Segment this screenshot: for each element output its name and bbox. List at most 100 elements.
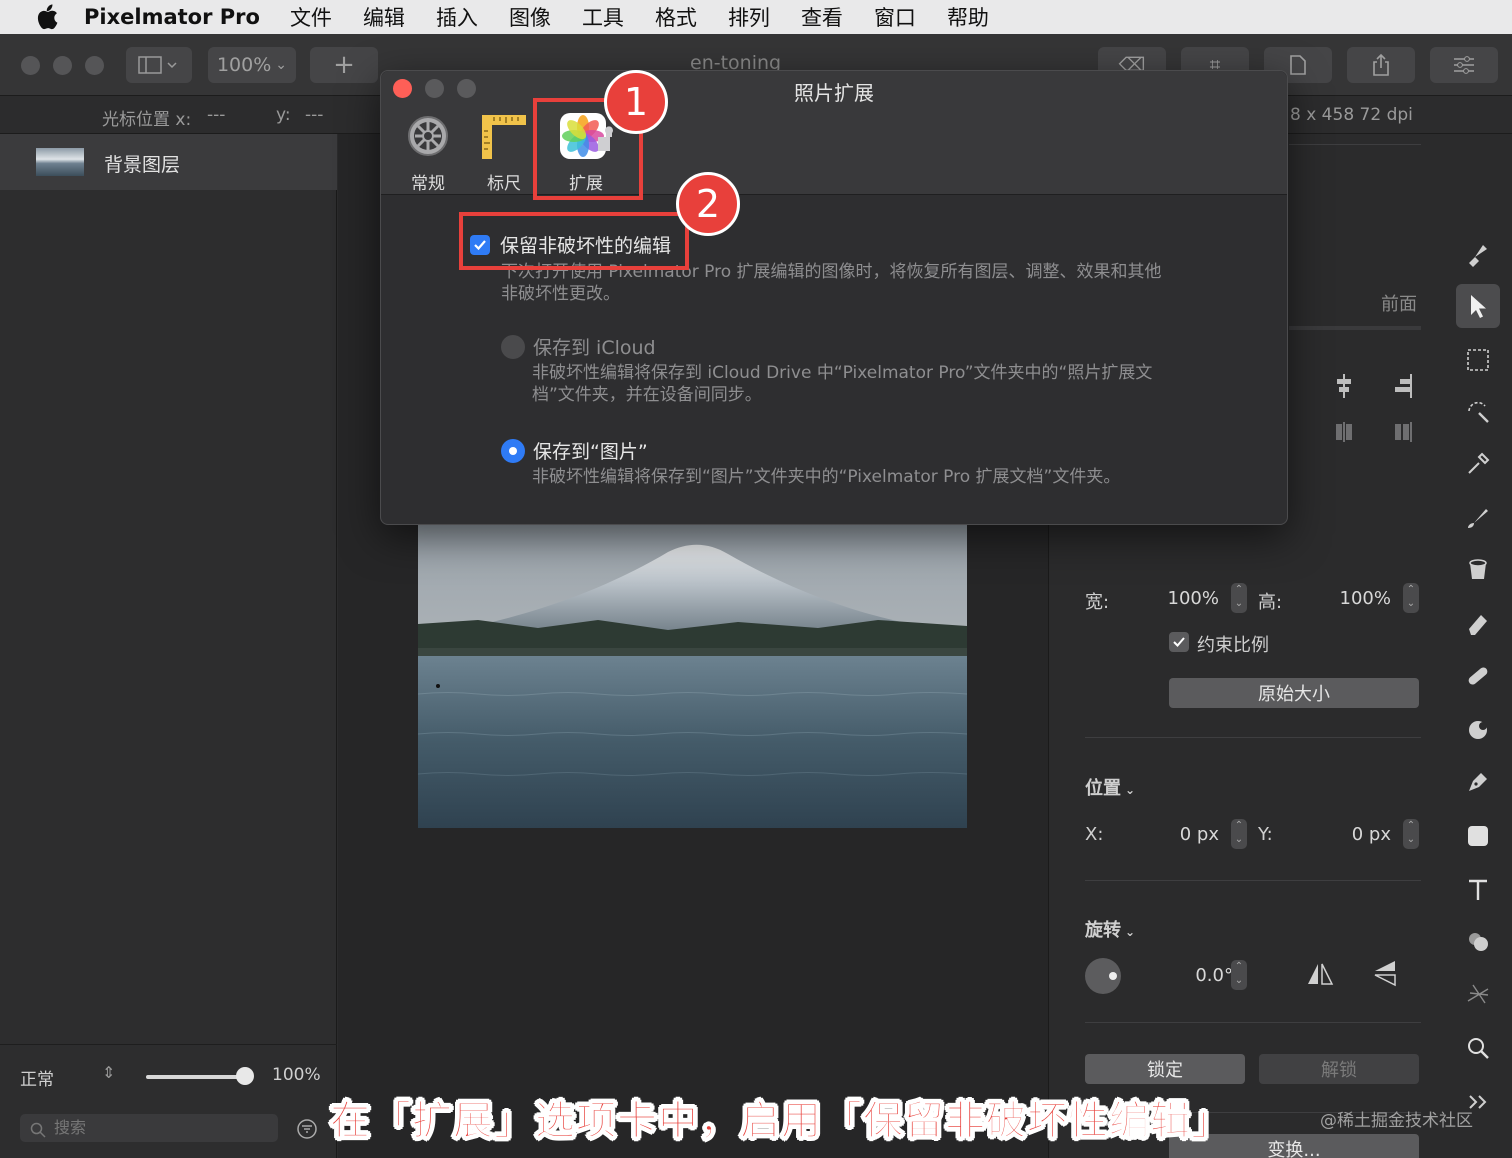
close-window-button[interactable] [21,56,40,75]
save-photos-label: 保存到“图片” [533,441,648,463]
select-tool[interactable] [1456,338,1500,382]
ruler-icon [469,109,539,163]
blend-controls: 正常 ⇕ 100% [0,1044,337,1108]
x-label: X: [1085,824,1104,845]
menu-format[interactable]: 格式 [655,2,697,32]
filter-icon[interactable] [296,1118,318,1144]
position-section-label[interactable]: 位置 ⌄ [1085,774,1135,800]
menu-image[interactable]: 图像 [509,2,551,32]
app-name-menu[interactable]: Pixelmator Pro [84,5,260,29]
distort-tool[interactable] [1456,708,1500,752]
tab-rulers[interactable]: 标尺 [469,109,539,194]
color-adjust-tool[interactable] [1456,920,1500,964]
layers-panel: 背景图层 正常 ⇕ 100% 搜索 [0,134,337,1158]
layer-thumbnail [36,148,84,176]
adjust-button[interactable] [1430,47,1498,83]
style-tool[interactable] [1456,232,1500,276]
rotate-section-label[interactable]: 旋转 ⌄ [1085,916,1135,942]
paint-bucket-icon [1469,559,1487,579]
menu-edit[interactable]: 编辑 [363,2,405,32]
share-button[interactable] [1347,47,1415,83]
zoom-tool[interactable] [1456,1026,1500,1070]
original-size-button[interactable]: 原始大小 [1169,678,1419,708]
mountain-lake-photo [418,524,967,828]
save-icloud-radio[interactable] [501,334,525,359]
apple-menu-icon[interactable] [30,0,64,34]
save-icloud-option[interactable]: 保存到 iCloud [501,333,656,360]
menu-tools[interactable]: 工具 [582,2,624,32]
add-button[interactable]: + [310,47,378,83]
share-icon [1373,53,1389,76]
align-right-icon[interactable] [1392,372,1414,404]
constrain-checkbox[interactable] [1169,632,1189,652]
height-stepper[interactable]: ⌃ ⌄ [1403,583,1419,613]
shape-tool[interactable] [1456,814,1500,858]
tab-general-label: 常规 [411,174,445,194]
retouch-tool[interactable] [1456,654,1500,698]
tools-column [1440,134,1512,1158]
pen-tool[interactable] [1456,760,1500,804]
height-input[interactable]: 100% [1321,588,1391,609]
save-photos-option[interactable]: 保存到“图片” [501,437,648,464]
minimize-window-button[interactable] [53,56,72,75]
tab-rulers-label: 标尺 [487,174,521,194]
arrange-tool[interactable] [1456,284,1500,328]
menu-window[interactable]: 窗口 [874,2,916,32]
y-stepper[interactable]: ⌃ ⌄ [1403,819,1419,849]
layer-row[interactable]: 背景图层 [0,134,337,190]
rotate-label: 旋转 [1085,920,1121,941]
width-stepper[interactable]: ⌃ ⌄ [1231,583,1247,613]
erase-tool[interactable] [1456,602,1500,646]
arrange-front-label[interactable]: 前面 [1381,290,1417,316]
menu-view[interactable]: 查看 [801,2,843,32]
x-stepper[interactable]: ⌃ ⌄ [1231,819,1247,849]
document-icon [1290,55,1306,75]
menu-file[interactable]: 文件 [290,2,332,32]
opacity-slider[interactable] [146,1075,246,1079]
color-picker-tool[interactable] [1456,442,1500,486]
quick-select-tool[interactable] [1456,390,1500,434]
menu-bar: Pixelmator Pro 文件 编辑 插入 图像 工具 格式 排列 查看 窗… [0,0,1512,34]
tab-general[interactable]: 常规 [393,109,463,194]
layer-search-input[interactable]: 搜索 [20,1114,278,1142]
width-input[interactable]: 100% [1149,588,1219,609]
rotation-dial[interactable] [1085,958,1121,994]
marquee-select-icon [1467,349,1489,371]
eraser-icon [1469,615,1487,635]
distribute-center-icon[interactable] [1334,420,1354,448]
zoom-dropdown[interactable]: 100% ⌄ [208,47,296,83]
rotate-input[interactable]: 0.0° [1159,965,1233,986]
unlock-button[interactable]: 解锁 [1259,1054,1419,1084]
zoom-window-button[interactable] [85,56,104,75]
paint-tool[interactable] [1456,496,1500,540]
rotate-stepper[interactable]: ⌃ ⌄ [1231,960,1247,990]
align-center-icon[interactable] [1334,372,1354,404]
menu-arrange[interactable]: 排列 [728,2,770,32]
gear-icon [393,109,463,163]
flip-horizontal-icon[interactable] [1305,960,1335,992]
lock-button[interactable]: 锁定 [1085,1054,1245,1084]
image-info: 8 x 458 72 dpi [1290,105,1413,125]
blend-mode-select[interactable]: 正常 [20,1065,54,1090]
save-photos-radio[interactable] [501,438,525,463]
instruction-caption: 在「扩展」选项卡中，启用「保留非破坏性编辑」 [330,1098,1232,1145]
effects-sparkle-icon [1467,984,1489,1004]
flip-vertical-icon[interactable] [1371,958,1399,992]
constrain-label: 约束比例 [1197,635,1269,656]
highlight-preserve-checkbox [459,212,689,270]
save-icloud-description-line-1: 非破坏性编辑将保存到 iCloud Drive 中“Pixelmator Pro… [532,363,1153,383]
sidebar-toggle-button[interactable] [126,47,192,83]
menu-insert[interactable]: 插入 [436,2,478,32]
sliders-icon [1454,56,1474,74]
distribute-right-icon[interactable] [1393,420,1413,448]
effects-tool[interactable] [1456,972,1500,1016]
step-badge-1: 1 [604,70,668,134]
x-input[interactable]: 0 px [1149,824,1219,845]
magic-wand-icon [1468,401,1489,423]
menu-help[interactable]: 帮助 [947,2,989,32]
y-input[interactable]: 0 px [1321,824,1391,845]
dialog-header: 照片扩展 常规 标尺 扩展 [381,71,1287,195]
type-tool[interactable] [1456,868,1500,912]
fill-tool[interactable] [1456,548,1500,592]
opacity-slider-knob[interactable] [236,1067,254,1085]
